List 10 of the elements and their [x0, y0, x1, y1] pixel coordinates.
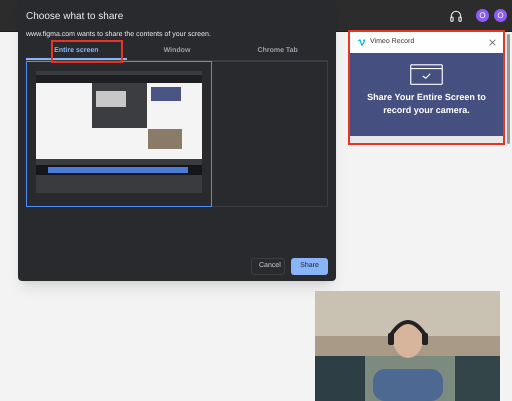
- browser-window-check-icon: [410, 64, 443, 85]
- panel-message: Share Your Entire Screen to record your camera.: [366, 91, 487, 117]
- close-icon[interactable]: [489, 39, 496, 46]
- avatar[interactable]: O: [494, 9, 507, 22]
- screen-source-tile[interactable]: [26, 61, 212, 207]
- vimeo-logo-icon: [357, 38, 366, 47]
- headphones-icon[interactable]: [449, 8, 463, 22]
- dialog-title: Choose what to share: [26, 11, 124, 23]
- highlight-frame: [51, 40, 123, 63]
- avatar[interactable]: O: [476, 9, 489, 22]
